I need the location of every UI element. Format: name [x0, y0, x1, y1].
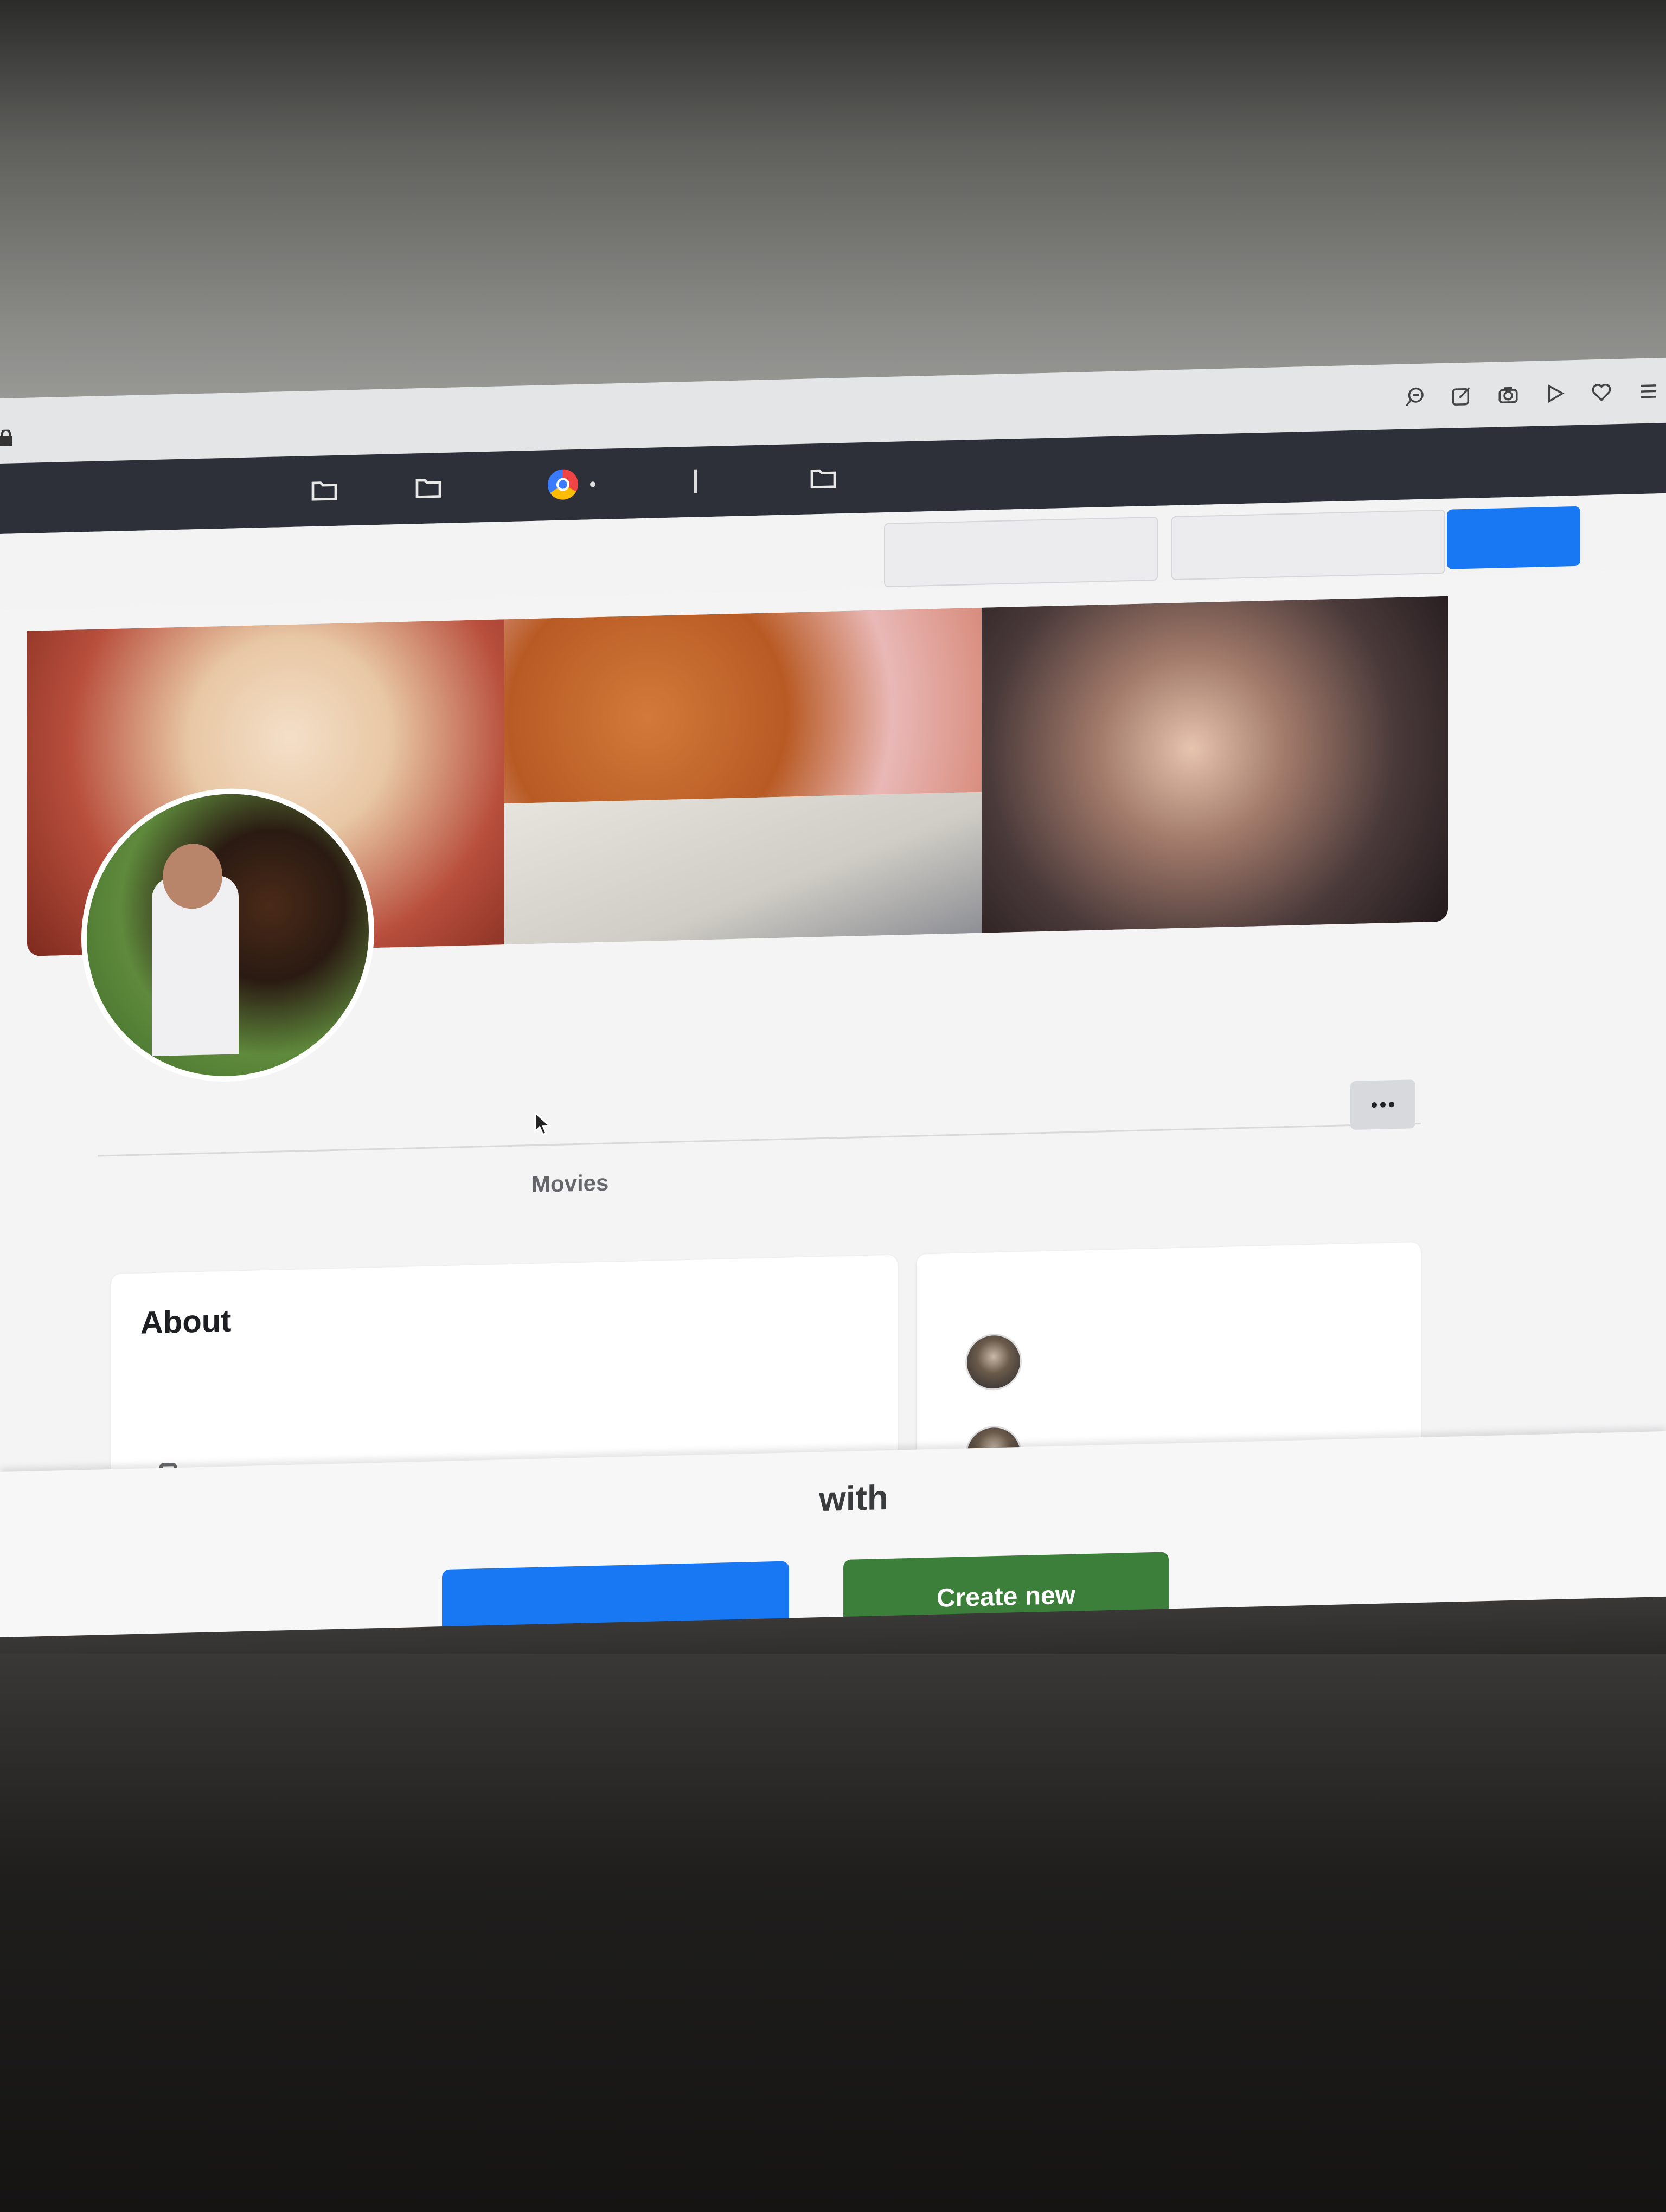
- tab-movies[interactable]: Movies: [531, 1170, 608, 1198]
- chrome-icon[interactable]: [548, 468, 578, 500]
- bookmark-folder-icon[interactable]: [413, 472, 444, 503]
- cover-image-3: [982, 596, 1448, 933]
- log-in-button[interactable]: [1447, 506, 1580, 569]
- bookmark-dot: [590, 481, 595, 487]
- play-icon[interactable]: [1542, 381, 1567, 406]
- desk-surface: [0, 1654, 1666, 2212]
- more-options-button[interactable]: [1350, 1079, 1415, 1130]
- laptop-screen: Movies About with Create new: [0, 357, 1666, 1689]
- friend-avatar[interactable]: [965, 1333, 1022, 1391]
- mouse-cursor-icon: [534, 1111, 552, 1136]
- lock-icon: [0, 429, 12, 446]
- bookmark-folder-icon[interactable]: [808, 462, 838, 493]
- cover-image-2: [504, 607, 982, 804]
- banner-text: with: [819, 1477, 888, 1519]
- password-field[interactable]: [1171, 509, 1445, 581]
- heart-icon[interactable]: [1589, 380, 1614, 405]
- edit-icon[interactable]: [1449, 383, 1474, 409]
- email-field[interactable]: [884, 516, 1158, 588]
- bookmark-separator: [694, 469, 697, 493]
- search-icon[interactable]: [1402, 384, 1427, 410]
- camera-icon[interactable]: [1496, 382, 1521, 407]
- background-wall: [0, 0, 1666, 412]
- cover-image-4: [504, 792, 982, 945]
- about-heading: About: [140, 1303, 232, 1341]
- profile-divider: [98, 1122, 1421, 1157]
- menu-icon[interactable]: [1636, 378, 1661, 404]
- bookmark-folder-icon[interactable]: [309, 475, 339, 506]
- toolbar-icon-group: [1402, 378, 1661, 410]
- ellipsis-icon: [1372, 1102, 1394, 1108]
